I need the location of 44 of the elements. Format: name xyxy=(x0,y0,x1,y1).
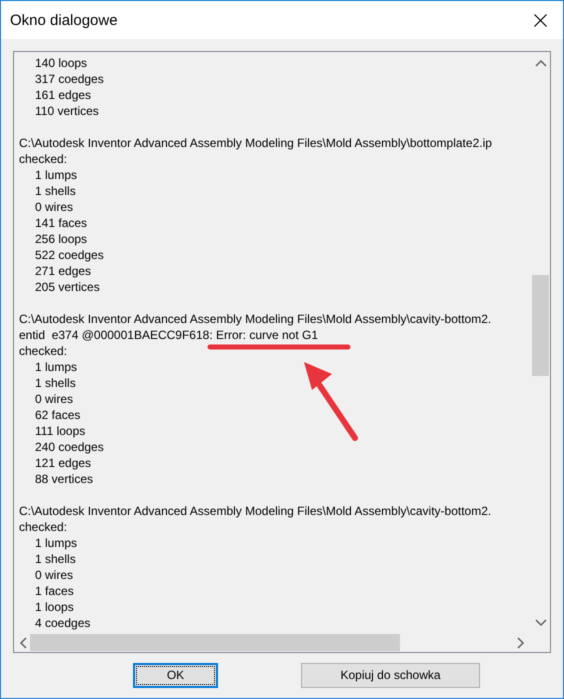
copy-button[interactable]: Kopiuj do schowka xyxy=(301,662,480,688)
log-line: checked: xyxy=(19,519,68,535)
log-line: 140 loops xyxy=(34,55,88,71)
log-line: 62 faces xyxy=(34,407,80,423)
log-line: 1 shells xyxy=(34,551,76,567)
ok-button[interactable]: OK xyxy=(133,662,218,688)
log-line: 4 coedges xyxy=(34,615,90,631)
log-line: C:\Autodesk Inventor Advanced Assembly Modeling Files\Mold Assembly\bottomplate2.ip xyxy=(19,135,492,151)
log-line: 0 wires xyxy=(34,391,74,407)
close-icon[interactable] xyxy=(534,14,546,26)
log-line: 240 coedges xyxy=(34,439,104,455)
log-line: 1 loops xyxy=(34,599,74,615)
scroll-thumb[interactable] xyxy=(532,275,549,376)
scroll-up-icon[interactable] xyxy=(534,59,546,67)
log-line: 0 wires xyxy=(34,199,74,215)
log-line: 111 loops xyxy=(34,423,86,439)
scroll-thumb[interactable] xyxy=(30,634,400,651)
log-line: 110 vertices xyxy=(34,103,99,119)
log-line: 1 shells xyxy=(34,183,76,199)
log-line: C:\Autodesk Inventor Advanced Assembly Modeling Files\Mold Assembly\cavity-bottom2. xyxy=(19,503,492,519)
log-line: checked: xyxy=(19,343,68,359)
log-line: checked: xyxy=(19,151,68,167)
log-line: 1 lumps xyxy=(34,359,78,375)
log-text-area[interactable] xyxy=(13,51,551,653)
log-line: 256 loops xyxy=(34,231,88,247)
scroll-left-icon[interactable] xyxy=(19,636,27,648)
log-line: 271 edges xyxy=(34,263,92,279)
log-line: 522 coedges xyxy=(34,247,104,263)
error-line: entid e374 @000001BAECC9F618: Error: curve not G1 xyxy=(19,327,318,343)
log-line: 141 faces xyxy=(34,215,88,231)
log-line: C:\Autodesk Inventor Advanced Assembly Modeling Files\Mold Assembly\cavity-bottom2. xyxy=(19,311,492,327)
log-line: 0 wires xyxy=(34,567,74,583)
scroll-right-icon[interactable] xyxy=(517,636,525,648)
log-line: 205 vertices xyxy=(34,279,100,295)
log-line: 161 edges xyxy=(34,87,92,103)
log-line: 1 lumps xyxy=(34,167,78,183)
log-line: 1 shells xyxy=(34,375,76,391)
window-title: Okno dialogowe xyxy=(10,12,118,28)
log-line: 1 faces xyxy=(34,583,74,599)
log-line: 121 edges xyxy=(34,455,92,471)
scroll-down-icon[interactable] xyxy=(534,619,546,627)
log-line: 88 vertices xyxy=(34,471,94,487)
log-line: 317 coedges xyxy=(34,71,104,87)
log-line: 1 lumps xyxy=(34,535,78,551)
